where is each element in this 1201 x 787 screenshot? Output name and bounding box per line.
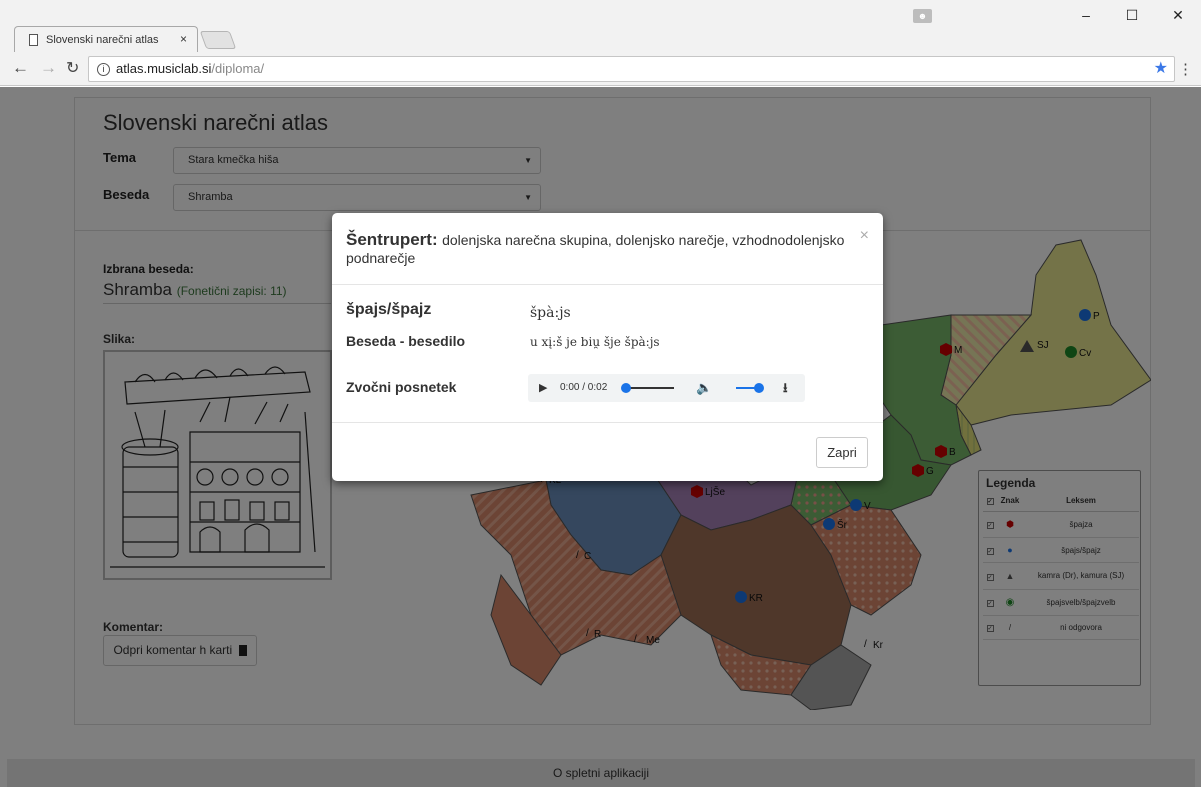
audio-player[interactable]: ▶ 0:00 / 0:02 🔈 ⭳: [528, 374, 805, 402]
play-icon[interactable]: ▶: [539, 374, 547, 402]
audio-label: Zvočni posnetek: [346, 379, 457, 395]
minimize-button[interactable]: –: [1063, 0, 1109, 30]
url-path: /diploma/: [211, 61, 265, 76]
new-tab-button[interactable]: [199, 31, 237, 49]
info-icon[interactable]: i: [97, 63, 110, 77]
browser-tab[interactable]: Slovenski narečni atlas ×: [14, 26, 198, 52]
modal-footer-divider: [332, 422, 883, 423]
browser-tab-bar: Slovenski narečni atlas × ☻ – ☐ ✕: [0, 0, 1201, 52]
tab-title: Slovenski narečni atlas: [46, 33, 159, 46]
progress-thumb[interactable]: [621, 383, 631, 393]
word-phonetic: špà:js: [530, 305, 571, 321]
reload-icon[interactable]: ↻: [66, 58, 79, 78]
forward-icon[interactable]: →: [40, 58, 57, 78]
url-host: atlas.musiclab.si: [116, 61, 212, 76]
audio-time: 0:00 / 0:02: [560, 382, 608, 393]
volume-thumb[interactable]: [754, 383, 764, 393]
address-bar: ← → ↻ i atlas.musiclab.si/diploma/ ★ ⋮: [0, 52, 1201, 86]
close-button[interactable]: Zapri: [816, 437, 868, 468]
progress-slider[interactable]: [624, 387, 674, 389]
location-modal: Šentrupert: dolenjska narečna skupina, d…: [332, 213, 883, 481]
modal-header: Šentrupert: dolenjska narečna skupina, d…: [332, 213, 883, 285]
profile-icon[interactable]: ☻: [913, 9, 932, 23]
close-window-button[interactable]: ✕: [1155, 0, 1201, 30]
modal-close-icon[interactable]: ×: [860, 227, 869, 245]
tab-close-icon[interactable]: ×: [180, 32, 187, 46]
maximize-button[interactable]: ☐: [1109, 0, 1155, 30]
window-controls: ☻ – ☐ ✕: [913, 0, 1201, 30]
menu-dots-icon[interactable]: ⋮: [1178, 60, 1193, 78]
back-icon[interactable]: ←: [12, 58, 29, 78]
modal-place: Šentrupert:: [346, 230, 438, 249]
context-phonetic: u xį:š je biu̯ šje špà:js: [530, 335, 660, 349]
context-label: Beseda - besedilo: [346, 333, 466, 349]
bookmark-star-icon[interactable]: ★: [1154, 57, 1168, 81]
url-input[interactable]: i atlas.musiclab.si/diploma/ ★: [88, 56, 1175, 82]
document-icon: [29, 33, 38, 46]
word-label: špajs/špajz: [346, 301, 432, 318]
download-icon[interactable]: ⭳: [783, 374, 788, 402]
volume-icon[interactable]: 🔈: [696, 374, 712, 402]
